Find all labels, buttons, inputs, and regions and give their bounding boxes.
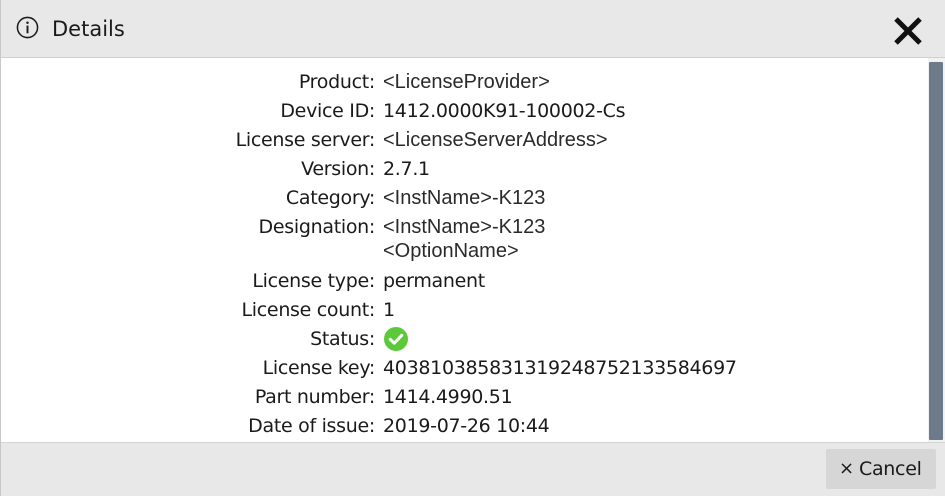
detail-row-status: Status: [1,326,929,354]
detail-row-license-type: License type: permanent [1,268,929,296]
designation-value-line1: <InstName>-K123 [383,216,546,238]
designation-value-line2: <OptionName> [383,240,519,262]
license-server-label: License server: [235,129,376,151]
details-content: Product: <LicenseProvider> Device ID: 14… [1,58,929,442]
detail-row-license-server: License server: <LicenseServerAddress> [1,127,929,155]
close-small-icon: × [839,458,855,479]
detail-row-version: Version: 2.7.1 [1,156,929,184]
detail-row-category: Category: <InstName>-K123 [1,185,929,213]
detail-row-license-count: License count: 1 [1,297,929,325]
dialog-title: Details [52,17,125,41]
detail-row-device-id: Device ID: 1412.0000K91-100002-Cs [1,98,929,126]
license-server-value: <LicenseServerAddress> [383,129,608,151]
device-id-value: 1412.0000K91-100002-Cs [383,100,626,122]
detail-row-license-key: License key: 403810385831319248752133584… [1,355,929,383]
title-bar: Details [1,0,945,58]
category-value: <InstName>-K123 [383,187,546,209]
license-key-label: License key: [262,357,376,379]
date-of-issue-value: 2019-07-26 10:44 [383,415,550,437]
close-icon[interactable] [891,14,925,48]
detail-row-part-number: Part number: 1414.4990.51 [1,384,929,412]
details-dialog: Details Product: <LicenseProvider> Devic… [0,0,945,496]
detail-row-date-of-issue: Date of issue: 2019-07-26 10:44 [1,413,929,441]
license-key-value: 403810385831319248752133584697 [383,357,737,379]
scrollbar-thumb[interactable] [929,62,943,440]
cancel-button-label: Cancel [859,458,922,480]
license-count-label: License count: [241,299,376,321]
designation-label: Designation: [258,216,376,238]
product-label: Product: [298,71,375,93]
info-circle-icon [16,16,39,39]
part-number-label: Part number: [254,386,375,408]
status-label: Status: [310,328,375,350]
license-type-value: permanent [383,270,485,292]
version-value: 2.7.1 [383,158,430,180]
license-count-value: 1 [383,299,395,321]
product-value: <LicenseProvider> [383,71,550,93]
category-label: Category: [285,187,375,209]
check-circle-icon [384,327,408,351]
detail-row-designation: Designation: <InstName>-K123 <OptionName… [1,214,929,266]
detail-row-product: Product: <LicenseProvider> [1,69,929,97]
dialog-footer [1,442,945,496]
cancel-button[interactable]: × Cancel [826,449,936,489]
part-number-value: 1414.4990.51 [383,386,513,408]
license-type-label: License type: [252,270,375,292]
device-id-label: Device ID: [280,100,375,122]
version-label: Version: [301,158,375,180]
date-of-issue-label: Date of issue: [248,415,375,437]
